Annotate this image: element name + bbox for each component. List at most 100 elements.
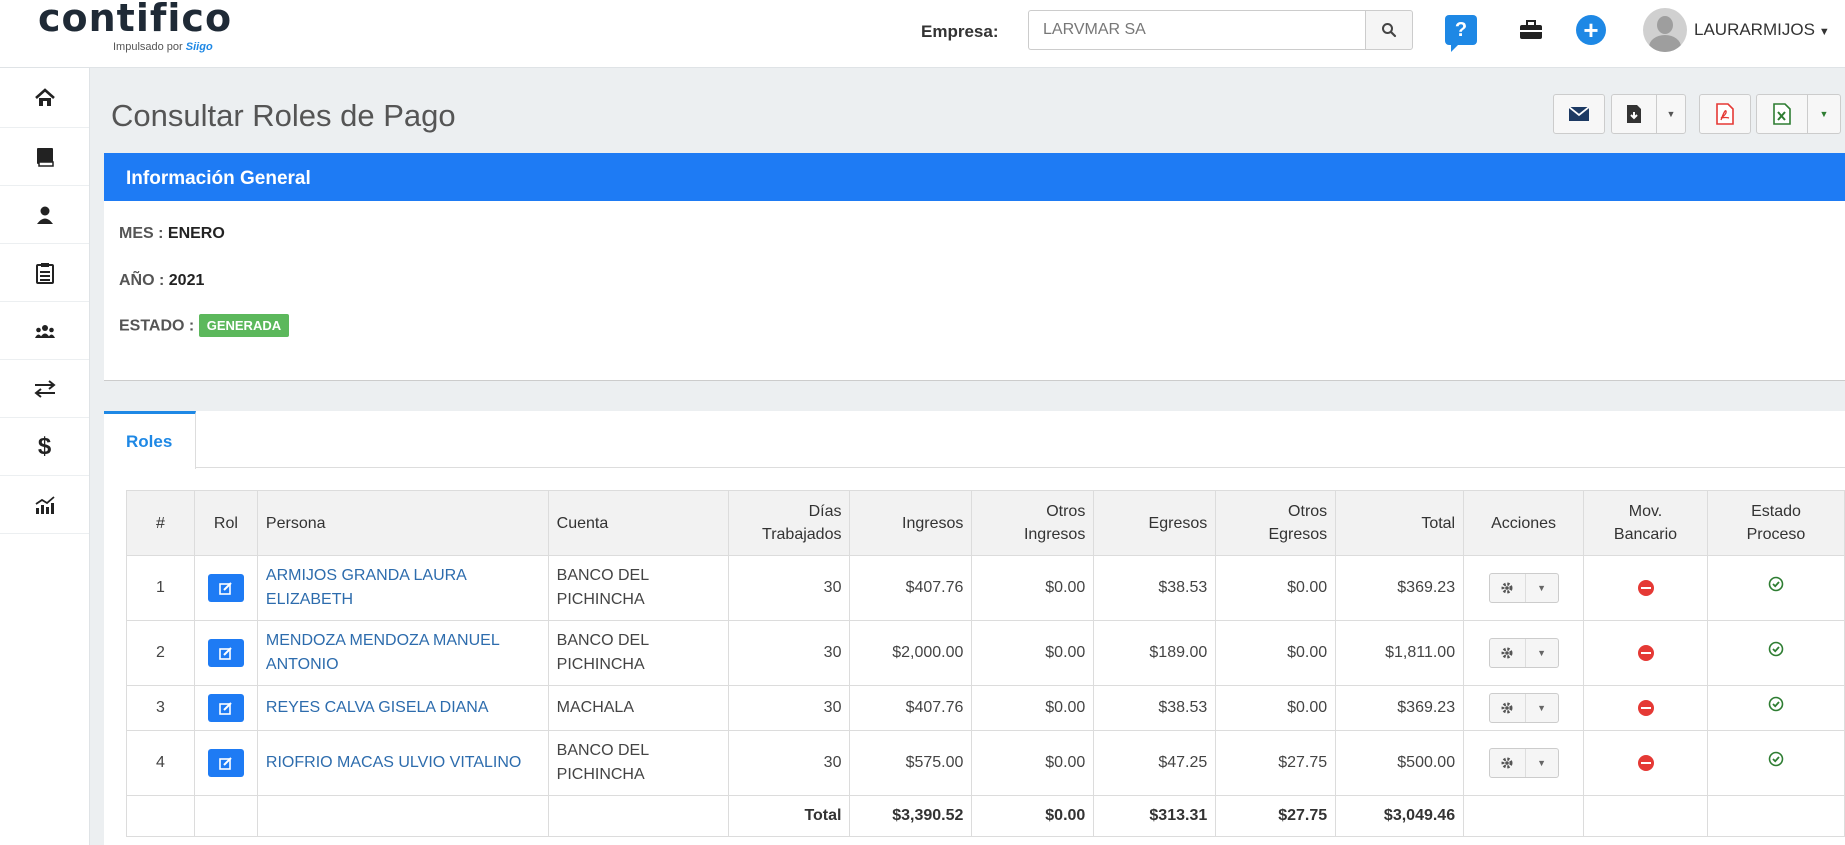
gear-icon bbox=[1501, 647, 1513, 659]
info-panel: Información General MES : ENERO AÑO : 20… bbox=[104, 153, 1845, 381]
edit-role-button[interactable] bbox=[207, 693, 244, 722]
row-acciones: ▼ bbox=[1463, 620, 1585, 686]
anio-row: AÑO : 2021 bbox=[119, 272, 205, 289]
envelope-icon bbox=[1569, 107, 1589, 121]
info-panel-title: Información General bbox=[104, 153, 1845, 201]
caret-down-icon: ▼ bbox=[1537, 583, 1547, 593]
row-dias: 30 bbox=[727, 730, 851, 796]
pdf-export-button[interactable] bbox=[1699, 94, 1751, 134]
email-button[interactable] bbox=[1553, 94, 1605, 134]
col-header-num[interactable]: # bbox=[126, 490, 195, 556]
user-icon bbox=[36, 206, 53, 224]
empresa-search-button[interactable] bbox=[1365, 10, 1413, 50]
actions-dropdown[interactable]: ▼ bbox=[1488, 693, 1559, 723]
anio-value: 2021 bbox=[168, 272, 205, 289]
add-button[interactable]: + bbox=[1573, 12, 1609, 48]
row-ingresos: $407.76 bbox=[849, 685, 973, 731]
row-num: 1 bbox=[126, 555, 195, 621]
row-mov-bancario bbox=[1583, 620, 1708, 686]
total-otros-ingresos: $0.00 bbox=[971, 795, 1095, 837]
edit-icon bbox=[219, 581, 232, 595]
edit-role-button[interactable] bbox=[207, 638, 244, 667]
persona-link[interactable]: ARMIJOS GRANDA LAURA ELIZABETH bbox=[256, 555, 549, 621]
tab-roles[interactable]: Roles bbox=[104, 411, 196, 469]
empresa-search-input[interactable] bbox=[1028, 10, 1365, 50]
sidebar-item-exchange[interactable] bbox=[0, 360, 89, 418]
excel-export-button[interactable] bbox=[1756, 94, 1808, 134]
sidebar-item-chart[interactable] bbox=[0, 476, 89, 534]
col-header-egresos[interactable]: Egresos bbox=[1093, 490, 1217, 556]
total-total: $3,049.46 bbox=[1335, 795, 1465, 837]
row-num: 2 bbox=[126, 620, 195, 686]
sidebar-item-dollar[interactable]: $ bbox=[0, 418, 89, 476]
row-ingresos: $575.00 bbox=[849, 730, 973, 796]
briefcase-button[interactable] bbox=[1513, 12, 1549, 48]
download-button[interactable] bbox=[1611, 94, 1657, 134]
actions-dropdown[interactable]: ▼ bbox=[1488, 748, 1559, 778]
row-otros-egresos: $0.00 bbox=[1215, 685, 1337, 731]
estado-row: ESTADO : GENERADA bbox=[119, 314, 290, 338]
row-estado-proceso bbox=[1706, 685, 1845, 731]
persona-link[interactable]: REYES CALVA GISELA DIANA bbox=[256, 685, 549, 731]
empresa-label: Empresa: bbox=[921, 22, 999, 41]
user-menu[interactable]: LAURARMIJOS ▼ bbox=[1694, 20, 1830, 40]
sidebar-item-user[interactable] bbox=[0, 186, 89, 244]
sidebar-item-book[interactable] bbox=[0, 128, 89, 186]
col-header-otros-egresos[interactable]: Otros Egresos bbox=[1215, 490, 1337, 556]
search-icon bbox=[1382, 23, 1397, 38]
row-egresos: $38.53 bbox=[1093, 685, 1217, 731]
col-header-otros-ingresos[interactable]: Otros Ingresos bbox=[971, 490, 1095, 556]
col-header-persona[interactable]: Persona bbox=[256, 490, 549, 556]
row-acciones: ▼ bbox=[1463, 685, 1585, 731]
col-header-cuenta[interactable]: Cuenta bbox=[547, 490, 729, 556]
row-num: 3 bbox=[126, 685, 195, 731]
row-cuenta: BANCO DEL PICHINCHA bbox=[547, 555, 729, 621]
sidebar-item-users[interactable] bbox=[0, 302, 89, 360]
persona-link[interactable]: RIOFRIO MACAS ULVIO VITALINO bbox=[256, 730, 549, 796]
total-egresos: $313.31 bbox=[1093, 795, 1217, 837]
sidebar-item-clipboard[interactable] bbox=[0, 244, 89, 302]
logo-wordmark: contifico bbox=[38, 0, 233, 40]
logo-tagline: Impulsado por Siigo bbox=[113, 41, 213, 53]
status-badge: GENERADA bbox=[198, 314, 290, 337]
help-button[interactable]: ? bbox=[1443, 12, 1479, 52]
edit-role-button[interactable] bbox=[207, 573, 244, 602]
row-estado-proceso bbox=[1706, 730, 1845, 796]
check-circle-icon bbox=[1768, 751, 1784, 767]
row-otros-egresos: $0.00 bbox=[1215, 620, 1337, 686]
actions-dropdown[interactable]: ▼ bbox=[1488, 573, 1559, 603]
edit-role-button[interactable] bbox=[207, 748, 244, 777]
caret-down-icon: ▼ bbox=[1818, 26, 1830, 38]
col-header-mov-bancario: Mov. Bancario bbox=[1583, 490, 1708, 556]
top-bar: contifico Impulsado por Siigo Empresa: ?… bbox=[0, 0, 1845, 68]
download-dropdown-toggle[interactable]: ▼ bbox=[1656, 94, 1686, 134]
row-otros-egresos: $0.00 bbox=[1215, 555, 1337, 621]
mes-value: ENERO bbox=[167, 225, 225, 242]
edit-icon bbox=[219, 646, 232, 660]
row-otros-ingresos: $0.00 bbox=[971, 685, 1095, 731]
page-title: Consultar Roles de Pago bbox=[111, 98, 456, 133]
col-header-ingresos[interactable]: Ingresos bbox=[849, 490, 973, 556]
edit-icon bbox=[219, 701, 232, 715]
plus-icon: + bbox=[1576, 15, 1606, 45]
app-logo[interactable]: contifico Impulsado por Siigo bbox=[38, 0, 233, 53]
avatar[interactable] bbox=[1643, 8, 1687, 52]
check-circle-icon bbox=[1768, 576, 1784, 592]
chart-icon bbox=[35, 495, 55, 514]
caret-down-icon: ▼ bbox=[1537, 758, 1547, 768]
row-acciones: ▼ bbox=[1463, 730, 1585, 796]
mes-row: MES : ENERO bbox=[119, 225, 225, 242]
col-header-dias[interactable]: Días Trabajados bbox=[727, 490, 851, 556]
persona-link[interactable]: MENDOZA MENDOZA MANUEL ANTONIO bbox=[256, 620, 549, 686]
minus-circle-icon bbox=[1637, 754, 1654, 771]
actions-dropdown[interactable]: ▼ bbox=[1488, 638, 1559, 668]
minus-circle-icon bbox=[1637, 644, 1654, 661]
excel-dropdown-toggle[interactable]: ▼ bbox=[1807, 94, 1841, 134]
col-header-rol[interactable]: Rol bbox=[193, 490, 258, 556]
row-mov-bancario bbox=[1583, 555, 1708, 621]
col-header-total[interactable]: Total bbox=[1335, 490, 1465, 556]
sidebar-item-home[interactable] bbox=[0, 68, 89, 128]
help-icon: ? bbox=[1445, 15, 1477, 52]
row-rol bbox=[193, 730, 258, 796]
col-header-acciones: Acciones bbox=[1463, 490, 1585, 556]
